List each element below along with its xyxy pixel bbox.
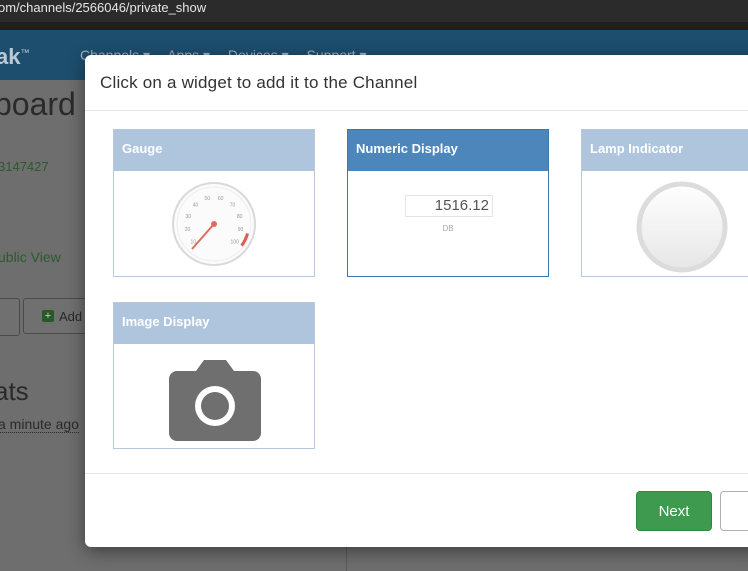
gauge-tick-label: 60 xyxy=(218,196,224,202)
gauge-icon: 1020304050 60708090100 xyxy=(172,182,256,266)
widget-gauge-label: Gauge xyxy=(114,130,314,171)
widget-image-display-label: Image Display xyxy=(114,303,314,344)
site-logo[interactable]: ak™ xyxy=(0,44,29,70)
numeric-unit: DB xyxy=(442,224,454,233)
widget-numeric-display[interactable]: Numeric Display 1516.12 DB xyxy=(347,129,549,277)
gauge-tick-label: 100 xyxy=(231,239,240,245)
stats-heading: ats xyxy=(0,376,29,406)
gauge-tick-label: 90 xyxy=(238,227,244,233)
add-visualization-button[interactable]: + Add xyxy=(23,298,93,334)
lamp-icon xyxy=(636,181,728,273)
gauge-tick-label: 80 xyxy=(237,214,243,220)
lamp-preview xyxy=(582,171,748,276)
gauge-tick-label: 30 xyxy=(186,214,192,220)
gauge-tick-label: 70 xyxy=(230,202,236,208)
gauge-preview: 10 20 30 40 50 60 70 80 90 100 xyxy=(114,171,314,276)
modal-footer: Next C xyxy=(85,473,748,547)
gauge-tick-label: 40 xyxy=(193,202,199,208)
add-button-label: Add xyxy=(59,309,83,324)
url-text: om/channels/2566046/private_show xyxy=(0,0,207,15)
updated-timestamp: a minute ago xyxy=(0,416,79,433)
tab-public-view[interactable]: ublic View xyxy=(0,249,61,265)
next-button[interactable]: Next xyxy=(636,491,712,531)
widget-lamp-indicator[interactable]: Lamp Indicator xyxy=(581,129,748,277)
gauge-tick-label: 20 xyxy=(185,227,191,233)
background-button[interactable] xyxy=(0,298,20,336)
widget-lamp-indicator-label: Lamp Indicator xyxy=(582,130,748,171)
add-widget-modal: Click on a widget to add it to the Chann… xyxy=(85,55,748,547)
numeric-display-preview: 1516.12 DB xyxy=(348,171,548,276)
widget-image-display[interactable]: Image Display xyxy=(113,302,315,449)
plus-icon: + xyxy=(42,310,54,322)
browser-toolbar-strip xyxy=(0,22,748,30)
image-display-preview xyxy=(114,344,314,448)
gauge-tick-label: 50 xyxy=(205,196,211,202)
channel-id: 3147427 xyxy=(0,159,49,174)
widget-numeric-display-label: Numeric Display xyxy=(348,130,548,171)
modal-title: Click on a widget to add it to the Chann… xyxy=(100,73,418,92)
close-button[interactable]: C xyxy=(720,491,748,531)
page-title: board xyxy=(0,86,76,122)
modal-header: Click on a widget to add it to the Chann… xyxy=(85,55,748,111)
numeric-value: 1516.12 xyxy=(405,195,493,217)
browser-url-bar[interactable]: om/channels/2566046/private_show xyxy=(0,0,748,22)
widget-gauge[interactable]: Gauge 10 20 30 40 50 60 70 80 90 100 xyxy=(113,129,315,277)
camera-icon xyxy=(169,360,261,441)
